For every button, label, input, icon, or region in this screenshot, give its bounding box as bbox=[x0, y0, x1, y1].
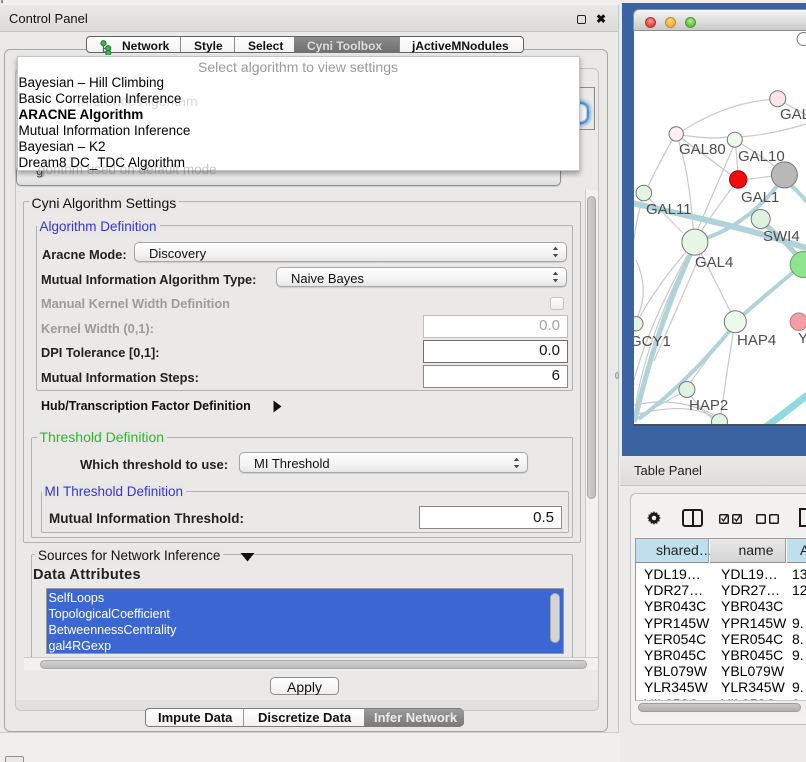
svg-text:YM: YM bbox=[798, 330, 806, 347]
svg-text:GCY1: GCY1 bbox=[634, 333, 671, 350]
svg-text:GAL10: GAL10 bbox=[738, 148, 785, 165]
svg-text:GAL11: GAL11 bbox=[646, 201, 692, 218]
svg-text:GAL1: GAL1 bbox=[741, 189, 779, 206]
svg-text:GAL7: GAL7 bbox=[780, 106, 806, 123]
svg-text:SWI4: SWI4 bbox=[763, 228, 800, 245]
svg-text:GAL4: GAL4 bbox=[695, 254, 733, 271]
svg-text:GAL80: GAL80 bbox=[679, 141, 726, 158]
svg-text:HAP2: HAP2 bbox=[689, 397, 728, 414]
svg-text:HAP4: HAP4 bbox=[737, 332, 776, 349]
